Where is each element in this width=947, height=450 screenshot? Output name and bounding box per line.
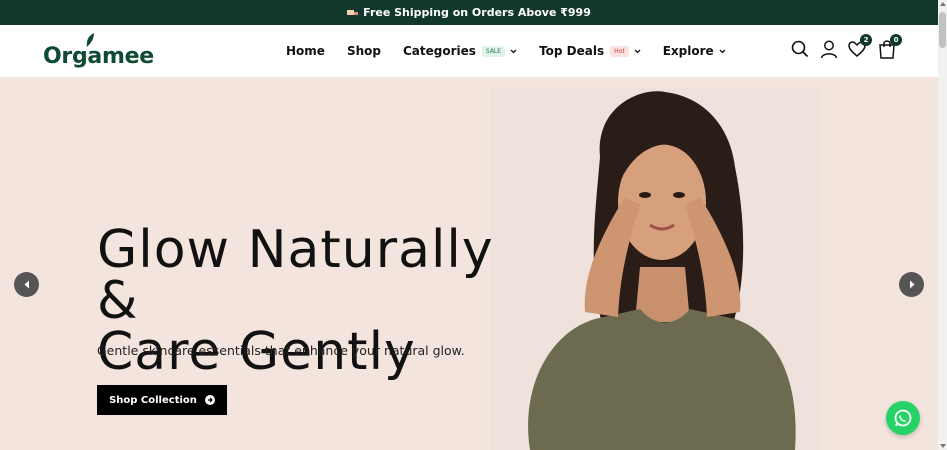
cart-button[interactable]: 0 bbox=[878, 34, 902, 59]
chevron-down-icon bbox=[719, 49, 726, 53]
hero-title-line-1: Glow Naturally & bbox=[97, 220, 494, 331]
whatsapp-icon bbox=[894, 409, 912, 427]
scroll-up-arrow[interactable] bbox=[940, 2, 946, 6]
hero-model-image bbox=[490, 87, 820, 450]
scrollbar-thumb[interactable] bbox=[939, 12, 946, 48]
hero-banner: Glow Naturally & Care Gently Gentle skin… bbox=[0, 77, 938, 450]
hot-badge: Hot bbox=[610, 45, 629, 57]
chevron-right-icon bbox=[909, 280, 914, 289]
header-icons: 2 0 bbox=[791, 34, 906, 59]
brand-name: Orgamee bbox=[43, 44, 154, 69]
nav-categories[interactable]: Categories SALE bbox=[403, 44, 517, 58]
nav-shop[interactable]: Shop bbox=[347, 44, 381, 58]
shop-collection-button[interactable]: Shop Collection bbox=[97, 385, 227, 415]
nav-home-label: Home bbox=[286, 44, 325, 58]
chevron-left-icon bbox=[24, 280, 29, 289]
slider-prev-button[interactable] bbox=[14, 272, 39, 297]
truck-icon bbox=[347, 9, 359, 17]
nav-top-deals-label: Top Deals bbox=[539, 44, 605, 58]
scroll-down-arrow[interactable] bbox=[940, 444, 946, 448]
announcement-bar: Free Shipping on Orders Above ₹999 bbox=[0, 0, 938, 25]
nav-shop-label: Shop bbox=[346, 44, 381, 58]
whatsapp-chat-button[interactable] bbox=[886, 401, 920, 435]
nav-top-deals[interactable]: Top Deals Hot bbox=[539, 44, 641, 58]
user-icon[interactable] bbox=[820, 39, 838, 59]
main-nav: Home Shop Categories SALE Top Deals Hot … bbox=[286, 25, 748, 77]
sale-badge: SALE bbox=[481, 45, 506, 57]
brand-logo[interactable]: Orgamee bbox=[43, 33, 154, 69]
nav-categories-label: Categories bbox=[402, 44, 476, 58]
nav-explore-label: Explore bbox=[662, 44, 714, 58]
wishlist-count: 2 bbox=[860, 34, 872, 46]
chevron-down-icon bbox=[510, 49, 517, 53]
arrow-circle-right-icon bbox=[204, 395, 215, 405]
nav-home[interactable]: Home bbox=[286, 44, 325, 58]
cart-count: 0 bbox=[890, 34, 902, 46]
page-scrollbar[interactable] bbox=[938, 0, 947, 450]
chevron-down-icon bbox=[634, 49, 641, 53]
wishlist-button[interactable]: 2 bbox=[848, 34, 872, 59]
announcement-text: Free Shipping on Orders Above ₹999 bbox=[363, 6, 591, 19]
site-header: Orgamee Home Shop Categories SALE Top De… bbox=[0, 25, 938, 77]
shop-collection-label: Shop Collection bbox=[109, 394, 197, 406]
nav-explore[interactable]: Explore bbox=[663, 44, 726, 58]
leaf-icon bbox=[86, 33, 94, 47]
search-icon[interactable] bbox=[791, 39, 809, 59]
hero-subtitle: Gentle skincare essentials that enhance … bbox=[97, 343, 465, 358]
slider-next-button[interactable] bbox=[899, 272, 924, 297]
